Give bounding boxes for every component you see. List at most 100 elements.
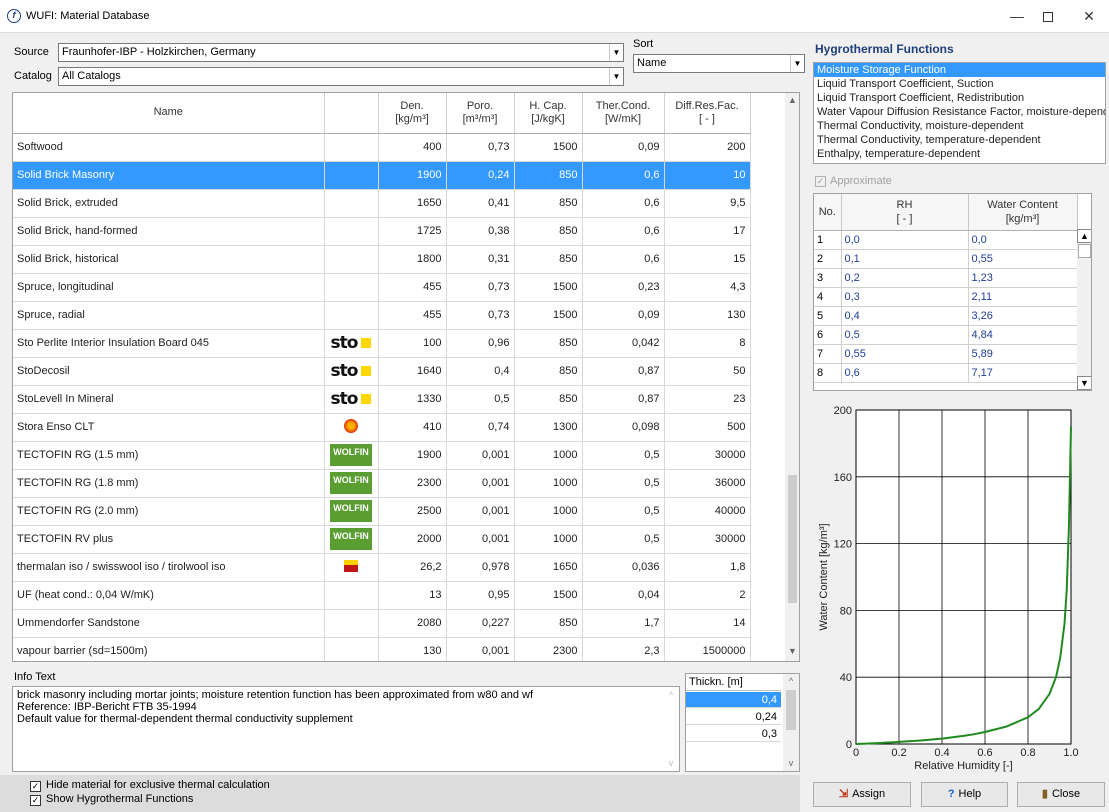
grid-col-header[interactable]: Diff.Res.Fac.[ - ]: [664, 93, 751, 134]
function-list-item[interactable]: Moisture Storage Function: [814, 63, 1105, 77]
rh-cell-wc[interactable]: 3,26: [968, 306, 1078, 326]
function-list-item[interactable]: Water Vapour Diffusion Resistance Factor…: [814, 105, 1105, 119]
rh-cell-wc[interactable]: 5,89: [968, 344, 1078, 364]
function-list-item[interactable]: Liquid Transport Coefficient, Redistribu…: [814, 91, 1105, 105]
rh-cell-wc[interactable]: 0,0: [968, 230, 1078, 250]
rh-cell-rh[interactable]: 0,5: [841, 325, 969, 345]
function-list-item[interactable]: Thermal Conductivity, moisture-dependent: [814, 119, 1105, 133]
table-row[interactable]: UF (heat cond.: 0,04 W/mK) 13 0,95 1500 0,04…: [13, 581, 751, 610]
info-scrollbar[interactable]: ^ v: [663, 687, 679, 771]
show-hygrothermal-checkbox[interactable]: ✓ Show Hygrothermal Functions: [30, 793, 193, 806]
rh-cell-wc[interactable]: 4,84: [968, 325, 1078, 345]
rh-cell-wc[interactable]: 0,55: [968, 249, 1078, 269]
approximate-checkbox[interactable]: ✓ Approximate: [815, 175, 892, 187]
thickness-list[interactable]: Thickn. [m] 0,4 0,24 0,3 ^ v: [685, 673, 800, 772]
table-row[interactable]: Solid Brick, historical 1800 0,31 850 0,6 15: [13, 245, 751, 274]
scroll-up-icon[interactable]: ▲: [785, 95, 799, 105]
rh-scroll-thumb[interactable]: [1078, 244, 1091, 258]
thickness-scrollbar[interactable]: ^ v: [783, 674, 799, 771]
grid-scrollbar[interactable]: ▲ ▼: [785, 93, 799, 661]
rh-cell-wc[interactable]: 2,11: [968, 287, 1078, 307]
col-header-text: Poro.: [466, 99, 494, 112]
table-row[interactable]: Sto Perlite Interior Insulation Board 04…: [13, 329, 751, 358]
sort-dropdown[interactable]: Name ▼: [633, 54, 805, 73]
scroll-down-icon[interactable]: v: [663, 757, 679, 769]
table-row[interactable]: Softwood 400 0,73 1500 0,09 200: [13, 133, 751, 162]
table-row[interactable]: 1 0,0 0,0: [814, 230, 1078, 250]
assign-button[interactable]: ⇲ Assign: [813, 782, 911, 807]
rh-cell-rh[interactable]: 0,0: [841, 230, 969, 250]
table-row[interactable]: 4 0,3 2,11: [814, 287, 1078, 307]
table-row[interactable]: Spruce, radial 455 0,73 1500 0,09 130: [13, 301, 751, 330]
table-row[interactable]: Spruce, longitudinal 455 0,73 1500 0,23 4,3: [13, 273, 751, 302]
sort-value: Name: [637, 57, 667, 69]
function-list-item[interactable]: Liquid Transport Coefficient, Suction: [814, 77, 1105, 91]
grid-col-header[interactable]: Den. [kg/m³]: [378, 93, 447, 134]
function-list-item[interactable]: Thermal Conductivity, temperature-depend…: [814, 133, 1105, 147]
scroll-up-icon[interactable]: ▲: [1077, 229, 1091, 243]
table-row[interactable]: Stora Enso CLT 410 0,74 1300 0,098 500: [13, 413, 751, 442]
rh-cell-wc[interactable]: 7,17: [968, 363, 1078, 383]
hide-thermal-checkbox[interactable]: ✓ Hide material for exclusive thermal cal…: [30, 779, 270, 792]
material-drf: 14: [664, 609, 751, 638]
maximize-button[interactable]: [1025, 0, 1071, 33]
function-list-item[interactable]: Enthalpy, temperature-dependent: [814, 147, 1105, 161]
manufacturer-logo-cell: sto: [324, 357, 379, 386]
rh-water-content-table[interactable]: No. RH[ - ] Water Content [kg/m³] 1 0,0 0,0…: [813, 193, 1092, 391]
grid-col-header[interactable]: [324, 93, 379, 134]
rh-table-scrollbar[interactable]: ▲ ▼: [1077, 229, 1091, 390]
thickness-item[interactable]: 0,24: [686, 709, 781, 725]
close-window-button[interactable]: ✕: [1066, 0, 1109, 33]
rh-cell-rh[interactable]: 0,55: [841, 344, 969, 364]
grid-col-header[interactable]: Ther.Cond. [W/mK]: [582, 93, 665, 134]
table-row[interactable]: TECTOFIN RG (2.0 mm) WOLFIN 2500 0,001 1000 0…: [13, 497, 751, 526]
table-row[interactable]: vapour barrier (sd=1500m) 130 0,001 2300 2,3…: [13, 637, 751, 661]
table-row[interactable]: thermalan iso / swisswool iso / tirolwoo…: [13, 553, 751, 582]
rh-cell-rh[interactable]: 0,2: [841, 268, 969, 288]
rh-cell-rh[interactable]: 0,4: [841, 306, 969, 326]
table-row[interactable]: TECTOFIN RV plus WOLFIN 2000 0,001 1000 0,5 30…: [13, 525, 751, 554]
table-row[interactable]: TECTOFIN RG (1.8 mm) WOLFIN 2300 0,001 1000 0…: [13, 469, 751, 498]
rh-cell-wc[interactable]: 1,23: [968, 268, 1078, 288]
table-row[interactable]: StoLevell In Mineral sto 1330 0,5 850 0,87 23: [13, 385, 751, 414]
table-row[interactable]: Solid Brick, extruded 1650 0,41 850 0,6 9,5: [13, 189, 751, 218]
grid-col-header[interactable]: Poro. [m³/m³]: [446, 93, 515, 134]
table-row[interactable]: 5 0,4 3,26: [814, 306, 1078, 326]
table-row[interactable]: 2 0,1 0,55: [814, 249, 1078, 269]
help-button[interactable]: ? Help: [921, 782, 1008, 807]
table-row[interactable]: TECTOFIN RG (1.5 mm) WOLFIN 1900 0,001 1000 0…: [13, 441, 751, 470]
info-text-box[interactable]: brick masonry including mortar joints; m…: [12, 686, 680, 772]
table-row[interactable]: Solid Brick, hand-formed 1725 0,38 850 0,6 17: [13, 217, 751, 246]
table-row[interactable]: Ummendorfer Sandstone 2080 0,227 850 1,7 14: [13, 609, 751, 638]
col-rh-header: RH[ - ]: [841, 194, 969, 231]
table-row[interactable]: 7 0,55 5,89: [814, 344, 1078, 364]
catalog-dropdown[interactable]: All Catalogs ▼: [58, 67, 624, 86]
table-row[interactable]: 6 0,5 4,84: [814, 325, 1078, 345]
material-grid[interactable]: Name Den. [kg/m³] Poro. [m³/m³] H. Cap. [J/kgK…: [12, 92, 800, 662]
table-row[interactable]: 8 0,6 7,17: [814, 363, 1078, 383]
scroll-down-icon[interactable]: ▼: [785, 646, 799, 656]
function-list[interactable]: Moisture Storage Function Liquid Transpor…: [813, 62, 1106, 164]
manufacturer-logo-cell: WOLFIN: [324, 469, 379, 498]
close-button[interactable]: ▮ Close: [1017, 782, 1105, 807]
table-row[interactable]: Solid Brick Masonry 1900 0,24 850 0,6 10: [13, 161, 751, 190]
thickness-item[interactable]: 0,3: [686, 726, 781, 742]
thickness-item[interactable]: 0,4: [686, 692, 781, 708]
material-name: Ummendorfer Sandstone: [13, 609, 325, 638]
thickness-scroll-thumb[interactable]: [786, 690, 796, 730]
rh-cell-rh[interactable]: 0,3: [841, 287, 969, 307]
source-dropdown[interactable]: Fraunhofer-IBP - Holzkirchen, Germany ▼: [58, 43, 624, 62]
rh-cell-rh[interactable]: 0,1: [841, 249, 969, 269]
grid-col-header[interactable]: H. Cap. [J/kgK]: [514, 93, 583, 134]
material-hcap: 1000: [514, 497, 583, 526]
y-axis-label: Water Content [kg/m³]: [818, 523, 830, 630]
scroll-up-icon[interactable]: ^: [663, 689, 679, 701]
grid-col-header[interactable]: Name: [13, 93, 325, 134]
scroll-down-icon[interactable]: ▼: [1077, 376, 1091, 390]
table-row[interactable]: 3 0,2 1,23: [814, 268, 1078, 288]
scroll-up-icon[interactable]: ^: [783, 676, 799, 686]
scroll-down-icon[interactable]: v: [783, 758, 799, 768]
table-row[interactable]: StoDecosil sto 1640 0,4 850 0,87 50: [13, 357, 751, 386]
rh-cell-rh[interactable]: 0,6: [841, 363, 969, 383]
grid-scroll-thumb[interactable]: [788, 475, 797, 603]
